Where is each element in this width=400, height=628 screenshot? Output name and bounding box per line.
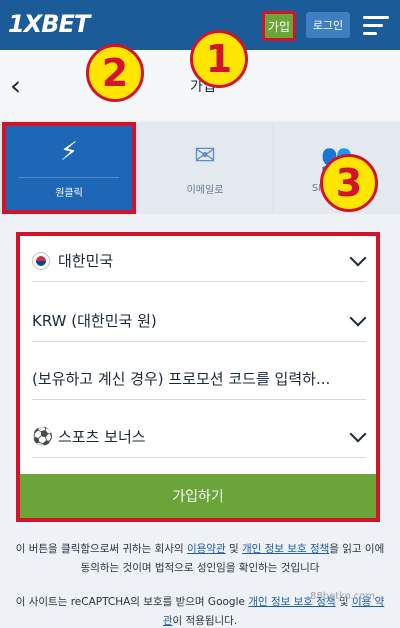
step-badge-1: 1 (190, 30, 248, 88)
tab-email[interactable]: ✉ 이메일로 (138, 122, 272, 214)
lightning-icon: ⚡ (59, 137, 79, 167)
register-submit-button[interactable]: 가입하기 (20, 474, 376, 518)
tab-one-click[interactable]: ⚡ 원클릭 (2, 122, 136, 214)
tab-label: 원클릭 (19, 177, 119, 199)
promo-code-input[interactable]: (보유하고 계신 경우) 프로모션 코드를 입력하... (32, 358, 366, 400)
bonus-select[interactable]: ⚽ 스포츠 보너스 (32, 416, 367, 458)
envelope-icon: ✉ (194, 140, 216, 171)
step-badge-3: 3 (320, 154, 378, 212)
step-badge-2: 2 (86, 44, 144, 102)
korea-flag-icon (32, 251, 50, 270)
chevron-down-icon (349, 425, 367, 443)
back-arrow-icon[interactable]: ‹ (10, 72, 21, 100)
terms-notice: 이 버튼을 클릭함으로써 귀하는 회사의 이용약관 및 개인 정보 보호 정책을… (14, 540, 386, 578)
terms-text: 및 (225, 543, 242, 555)
bonus-value: 스포츠 보너스 (58, 428, 146, 446)
registration-form: 대한민국 KRW (대한민국 원) (보유하고 계신 경우) 프로모션 코드를 … (16, 232, 380, 522)
tab-label: 이메일로 (186, 184, 224, 196)
privacy-policy-link[interactable]: 개인 정보 보호 정책 (242, 543, 329, 555)
soccer-ball-icon: ⚽ (32, 426, 54, 447)
logo[interactable]: 1XBET (8, 10, 90, 38)
chevron-down-icon (349, 309, 367, 327)
chevron-down-icon (349, 249, 367, 267)
terms-link[interactable]: 이용약관 (187, 543, 226, 555)
recaptcha-text: 이 적용됩니다. (172, 615, 238, 627)
country-select[interactable]: 대한민국 (32, 240, 367, 282)
currency-value: KRW (대한민국 원) (32, 312, 157, 330)
hamburger-menu-icon[interactable] (363, 16, 389, 36)
currency-select[interactable]: KRW (대한민국 원) (32, 300, 367, 342)
login-button[interactable]: 로그인 (306, 12, 350, 38)
terms-text: 이 버튼을 클릭함으로써 귀하는 회사의 (15, 543, 187, 555)
country-value: 대한민국 (58, 252, 114, 270)
promo-code-placeholder: (보유하고 계신 경우) 프로모션 코드를 입력하... (32, 370, 331, 388)
recaptcha-text: 이 사이트는 reCAPTCHA의 보호를 받으며 Google (15, 596, 249, 608)
join-button[interactable]: 가입 (262, 11, 296, 41)
watermark: 88betko.com (310, 591, 376, 602)
